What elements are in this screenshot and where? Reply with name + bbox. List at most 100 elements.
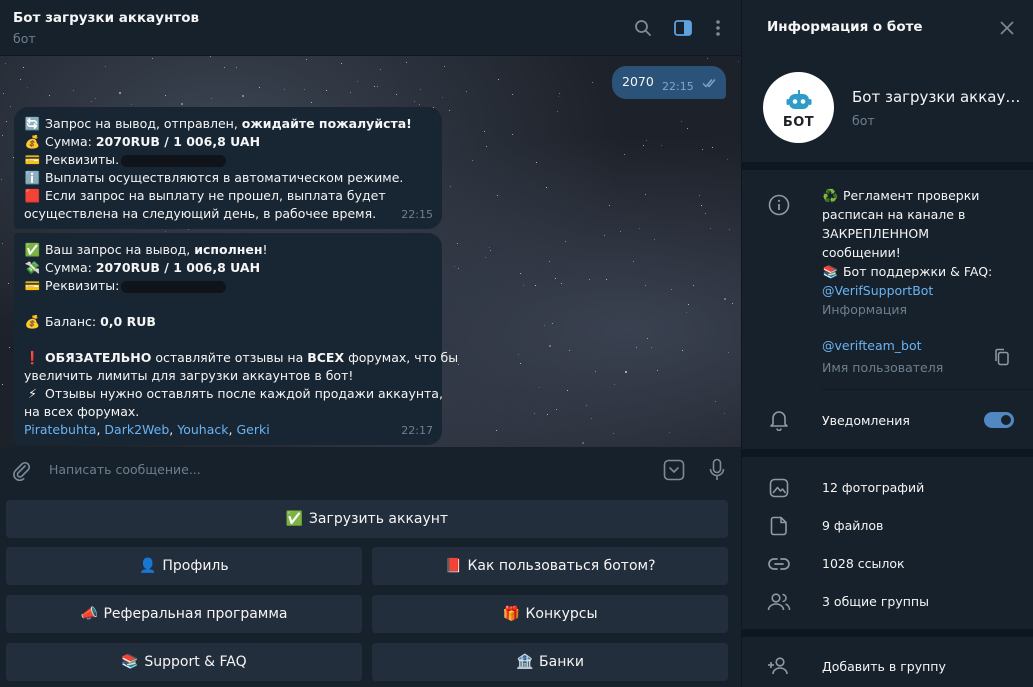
star-decoration bbox=[586, 405, 587, 406]
close-icon[interactable] bbox=[999, 20, 1015, 36]
links-item[interactable]: 1028 ссылок bbox=[822, 556, 905, 571]
star-decoration bbox=[497, 195, 498, 196]
photos-item[interactable]: 12 фотографий bbox=[822, 480, 924, 495]
star-decoration bbox=[681, 121, 682, 122]
referral-program-button[interactable]: 📣 Реферальная программа bbox=[6, 595, 362, 633]
divider bbox=[822, 389, 1033, 390]
description-line: сообщении! bbox=[822, 245, 901, 260]
link-piratebuhta[interactable]: Piratebuhta bbox=[24, 422, 96, 437]
message-line: на всех форумах. bbox=[24, 404, 140, 419]
link-youhack[interactable]: Youhack bbox=[177, 422, 228, 437]
outgoing-message[interactable]: 2070 22:15 bbox=[612, 66, 726, 99]
star-decoration bbox=[9, 347, 10, 348]
star-decoration bbox=[646, 140, 647, 141]
star-decoration bbox=[606, 279, 607, 280]
more-vertical-icon[interactable] bbox=[706, 16, 730, 40]
star-decoration bbox=[119, 92, 121, 94]
link-dark2web[interactable]: Dark2Web bbox=[104, 422, 169, 437]
star-decoration bbox=[520, 273, 521, 274]
star-decoration bbox=[701, 205, 702, 206]
files-item[interactable]: 9 файлов bbox=[822, 518, 883, 533]
star-decoration bbox=[699, 195, 700, 196]
add-to-group-button[interactable]: Добавить в группу bbox=[822, 659, 946, 674]
star-decoration bbox=[2, 243, 3, 244]
star-decoration bbox=[27, 87, 28, 88]
star-decoration bbox=[350, 92, 351, 93]
book-emoji-icon: 📕 bbox=[444, 558, 462, 574]
star-decoration bbox=[591, 418, 592, 419]
search-icon[interactable] bbox=[631, 16, 655, 40]
star-decoration bbox=[546, 187, 547, 188]
profile-button[interactable]: 👤 Профиль bbox=[6, 547, 362, 585]
groups-item[interactable]: 3 общие группы bbox=[822, 594, 929, 609]
avatar[interactable]: БОТ bbox=[763, 72, 834, 143]
incoming-message[interactable]: 🔄 Запрос на вывод, отправлен, ожидайте п… bbox=[14, 107, 442, 229]
refresh-emoji-icon: 🔄 bbox=[24, 116, 41, 131]
star-decoration bbox=[518, 354, 519, 355]
copy-icon[interactable] bbox=[994, 348, 1010, 366]
microphone-icon[interactable] bbox=[708, 458, 726, 482]
double-check-icon bbox=[702, 78, 720, 88]
star-decoration bbox=[523, 285, 524, 286]
bell-icon bbox=[767, 408, 791, 432]
star-decoration bbox=[715, 401, 716, 402]
star-decoration bbox=[458, 364, 459, 365]
message-line: ❗ ОБЯЗАТЕЛЬНО оставляйте отзывы на ВСЕХ … bbox=[24, 350, 459, 365]
megaphone-emoji-icon: 📣 bbox=[80, 606, 98, 622]
paperclip-icon[interactable] bbox=[10, 459, 32, 481]
banks-button[interactable]: 🏦 Банки bbox=[372, 643, 728, 681]
keyboard-toggle-icon[interactable] bbox=[663, 459, 685, 481]
sidebar-toggle-icon[interactable] bbox=[671, 16, 695, 40]
bot-info-panel: Информация о боте БОТ Бот загрузки аккау… bbox=[741, 0, 1033, 687]
star-decoration bbox=[539, 387, 540, 388]
star-decoration bbox=[669, 432, 670, 433]
star-decoration bbox=[485, 257, 486, 258]
incoming-message[interactable]: ✅ Ваш запрос на вывод, исполнен! 💸 Сумма… bbox=[14, 233, 459, 445]
message-line: 💰 Сумма: 2070RUB / 1 006,8 UAH bbox=[24, 134, 261, 149]
check-mark-icon: ✅ bbox=[24, 242, 41, 257]
bank-emoji-icon: 🏦 bbox=[516, 654, 534, 670]
link-gerki[interactable]: Gerki bbox=[236, 422, 269, 437]
star-decoration bbox=[569, 350, 570, 351]
message-time: 22:15 bbox=[662, 80, 694, 93]
message-line bbox=[24, 295, 432, 313]
money-wings-icon: 💸 bbox=[24, 260, 41, 275]
star-decoration bbox=[10, 106, 11, 107]
chat-header[interactable]: Бот загрузки аккаунтов бот bbox=[0, 0, 741, 56]
star-decoration bbox=[686, 312, 687, 313]
star-decoration bbox=[242, 95, 244, 97]
star-decoration bbox=[449, 110, 450, 111]
star-decoration bbox=[357, 81, 358, 82]
star-decoration bbox=[457, 243, 458, 244]
notifications-toggle[interactable] bbox=[984, 412, 1014, 428]
contests-button[interactable]: 🎁 Конкурсы bbox=[372, 595, 728, 633]
photo-icon bbox=[767, 476, 791, 500]
support-faq-button[interactable]: 📚 Support & FAQ bbox=[6, 643, 362, 681]
message-input[interactable]: Написать сообщение... bbox=[49, 462, 201, 477]
star-decoration bbox=[374, 86, 375, 87]
message-line: 🔄 Запрос на вывод, отправлен, ожидайте п… bbox=[24, 116, 412, 131]
message-line: ⚡ Отзывы нужно оставлять после каждой пр… bbox=[24, 385, 443, 403]
how-to-use-button[interactable]: 📕 Как пользоваться ботом? bbox=[372, 547, 728, 585]
star-decoration bbox=[484, 131, 485, 132]
star-decoration bbox=[707, 58, 708, 59]
star-decoration bbox=[633, 261, 634, 262]
info-emoji-icon: ℹ️ bbox=[24, 170, 41, 185]
username-link[interactable]: @verifteam_bot bbox=[822, 338, 922, 353]
star-decoration bbox=[639, 228, 640, 229]
star-decoration bbox=[450, 186, 451, 187]
star-decoration bbox=[651, 347, 652, 348]
info-title: Информация о боте bbox=[767, 19, 923, 35]
star-decoration bbox=[558, 96, 559, 97]
chat-title[interactable]: Бот загрузки аккаунтов bbox=[13, 10, 199, 26]
star-decoration bbox=[625, 371, 627, 373]
books-emoji-icon: 📚 bbox=[822, 264, 839, 279]
support-bot-link[interactable]: @VerifSupportBot bbox=[822, 281, 1002, 300]
redacted-block bbox=[121, 154, 227, 167]
add-user-icon bbox=[767, 654, 791, 678]
star-decoration bbox=[609, 205, 610, 206]
upload-account-button[interactable]: ✅ Загрузить аккаунт bbox=[6, 500, 728, 538]
star-decoration bbox=[444, 66, 445, 67]
star-decoration bbox=[536, 162, 537, 163]
exclamation-icon: ❗ bbox=[24, 350, 41, 365]
